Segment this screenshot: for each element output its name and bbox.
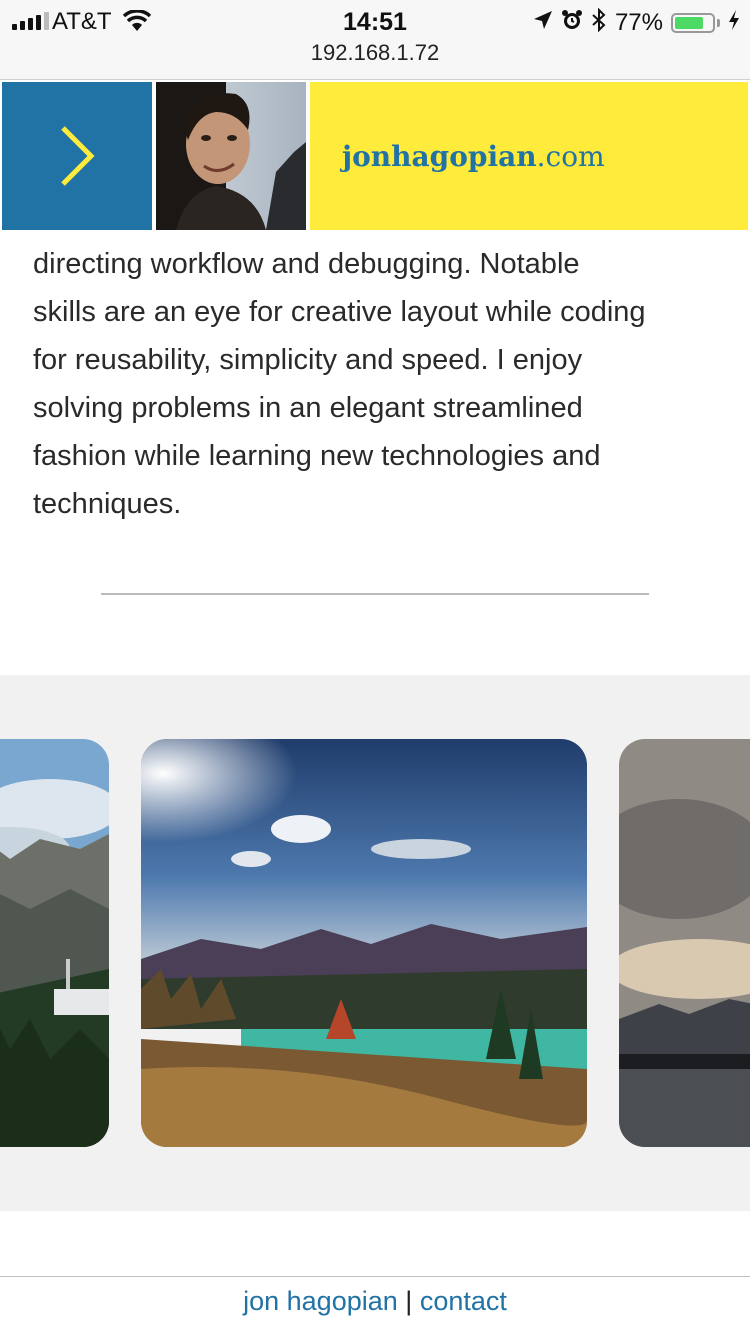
brand-suffix: .com bbox=[536, 139, 605, 173]
footer-separator: | bbox=[405, 1286, 413, 1316]
bio-line: directing workflow and debugging. Notabl… bbox=[33, 248, 580, 280]
footer-divider bbox=[0, 1276, 750, 1277]
home-link[interactable]: jon hagopian bbox=[243, 1286, 398, 1316]
charging-icon bbox=[728, 9, 740, 36]
bio-line: skills are an eye for creative layout wh… bbox=[33, 296, 646, 328]
bio-text: directing workflow and debugging. Notabl… bbox=[33, 240, 723, 528]
bluetooth-icon bbox=[591, 7, 607, 37]
chevron-right-icon bbox=[61, 126, 95, 186]
bio-line: techniques. bbox=[33, 488, 182, 520]
mountain-tower-photo[interactable] bbox=[0, 739, 109, 1147]
battery-percent: 77% bbox=[614, 8, 663, 36]
bio-line: solving problems in an elegant streamlin… bbox=[33, 392, 583, 424]
battery-tip bbox=[717, 18, 720, 27]
battery-icon bbox=[671, 12, 715, 33]
avatar[interactable] bbox=[156, 82, 306, 230]
bio-line: fashion while learning new technologies … bbox=[33, 440, 601, 472]
alarm-icon bbox=[561, 9, 583, 36]
address-bar-url[interactable]: 192.168.1.72 bbox=[0, 40, 750, 66]
cloudy-lake-photo[interactable] bbox=[619, 739, 750, 1147]
site-footer: jon hagopian | contact bbox=[0, 1286, 750, 1317]
photo-carousel[interactable] bbox=[0, 675, 750, 1211]
location-icon bbox=[533, 10, 553, 35]
mountain-lake-photo[interactable] bbox=[141, 739, 587, 1147]
menu-toggle-button[interactable] bbox=[2, 82, 152, 230]
section-divider bbox=[101, 593, 649, 595]
site-logo-text[interactable]: jonhagopian.com bbox=[342, 140, 605, 173]
site-header: jonhagopian.com bbox=[0, 80, 750, 232]
brand-main: jonhagopian bbox=[342, 139, 537, 173]
bio-line: for reusability, simplicity and speed. I… bbox=[33, 344, 583, 376]
contact-link[interactable]: contact bbox=[420, 1286, 507, 1316]
brand-banner[interactable]: jonhagopian.com bbox=[310, 82, 748, 230]
status-bar: AT&T 14:51 77% 192.168.1.72 bbox=[0, 0, 750, 80]
